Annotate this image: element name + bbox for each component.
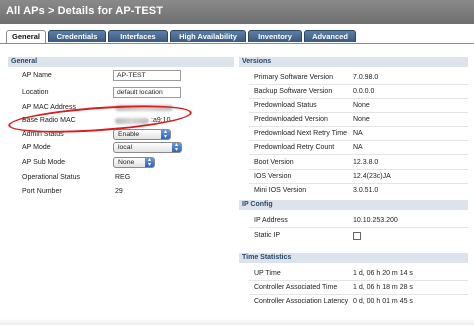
row-divider xyxy=(249,98,468,99)
predownload-next-retry-time-label: Predownload Next Retry Time xyxy=(254,130,347,137)
predownload-retry-count-label: Predownload Retry Count xyxy=(254,144,335,151)
row-divider xyxy=(249,84,468,85)
primary-software-version-value: 7.0.98.0 xyxy=(353,74,379,81)
mini-ios-version-value: 3.0.51.0 xyxy=(353,187,379,194)
row-divider xyxy=(249,140,468,141)
backup-software-version-label: Backup Software Version xyxy=(254,88,333,95)
ap-mode-select[interactable]: local ▴ ▾ xyxy=(113,142,182,153)
tab-high-availability[interactable]: High Availability xyxy=(170,30,246,42)
port-number-value: 29 xyxy=(115,188,123,195)
versions-section-header: Versions xyxy=(239,57,468,67)
ios-version-value: 12.4(23c)JA xyxy=(353,173,391,180)
header-bar: All APs > Details for AP-TEST xyxy=(0,0,474,24)
predownload-status-label: Predownload Status xyxy=(254,102,317,109)
ap-sub-mode-value: None xyxy=(118,159,135,166)
admin-status-select[interactable]: Enable ▴ ▾ xyxy=(113,129,171,140)
tab-inventory[interactable]: Inventory xyxy=(248,30,302,42)
row-divider xyxy=(249,280,468,281)
static-ip-checkbox[interactable] xyxy=(353,232,361,240)
tab-interfaces[interactable]: Interfaces xyxy=(108,30,168,42)
row-divider xyxy=(249,112,468,113)
predownloaded-version-label: Predownloaded Version xyxy=(254,116,328,123)
up-time-label: UP Time xyxy=(254,270,281,277)
static-ip-label: Static IP xyxy=(254,232,281,239)
time-statistics-section-header: Time Statistics xyxy=(239,253,468,263)
row-divider xyxy=(249,126,468,127)
controller-associated-time-label: Controller Associated Time xyxy=(254,284,338,291)
row-divider xyxy=(249,227,468,228)
tab-credentials[interactable]: Credentials xyxy=(48,30,106,42)
operational-status-value: REG xyxy=(115,174,131,181)
boot-version-label: Boot Version xyxy=(254,159,294,166)
primary-software-version-label: Primary Software Version xyxy=(254,74,333,81)
admin-status-value: Enable xyxy=(118,131,140,138)
ap-sub-mode-label: AP Sub Mode xyxy=(22,159,66,166)
controller-associated-time-value: 1 d, 06 h 18 m 28 s xyxy=(353,284,413,291)
controller-association-latency-label: Controller Association Latency xyxy=(254,298,349,305)
up-time-value: 1 d, 06 h 20 m 14 s xyxy=(353,270,413,277)
location-label: Location xyxy=(22,89,49,96)
footer-fade xyxy=(0,318,474,325)
ip-address-value: 10.10.253.200 xyxy=(353,217,398,224)
ap-sub-mode-select[interactable]: None ▴ ▾ xyxy=(113,157,155,168)
predownload-status-value: None xyxy=(353,102,370,109)
tab-advanced[interactable]: Advanced xyxy=(304,30,356,42)
ap-mode-label: AP Mode xyxy=(22,144,51,151)
port-number-label: Port Number xyxy=(22,188,62,195)
boot-version-value: 12.3.8.0 xyxy=(353,159,379,166)
select-arrows-icon: ▴ ▾ xyxy=(161,129,170,140)
backup-software-version-value: 0.0.0.0 xyxy=(353,88,375,95)
operational-status-label: Operational Status xyxy=(22,174,80,181)
row-divider xyxy=(249,154,468,155)
select-arrows-icon: ▴ ▾ xyxy=(145,157,154,168)
row-divider xyxy=(249,183,468,184)
location-input[interactable]: default location xyxy=(113,87,181,98)
general-section-header: General xyxy=(8,57,234,67)
ip-address-label: IP Address xyxy=(254,217,288,224)
ap-name-label: AP Name xyxy=(22,72,52,79)
page-title: All APs > Details for AP-TEST xyxy=(6,5,164,17)
row-divider xyxy=(249,294,468,295)
row-divider xyxy=(249,169,468,170)
select-arrows-icon: ▴ ▾ xyxy=(172,142,181,153)
ap-name-input[interactable]: AP-TEST xyxy=(113,70,181,81)
predownloaded-version-value: None xyxy=(353,116,370,123)
ip-config-section-header: IP Config xyxy=(239,200,468,210)
predownload-next-retry-time-value: NA xyxy=(353,130,363,137)
predownload-retry-count-value: NA xyxy=(353,144,363,151)
mini-ios-version-label: Mini IOS Version xyxy=(254,187,307,194)
controller-association-latency-value: 0 d, 00 h 01 m 45 s xyxy=(353,298,413,305)
ios-version-label: IOS Version xyxy=(254,173,292,180)
tab-general[interactable]: General xyxy=(6,30,46,43)
ap-mode-value: local xyxy=(118,144,132,151)
tab-divider xyxy=(0,43,474,44)
